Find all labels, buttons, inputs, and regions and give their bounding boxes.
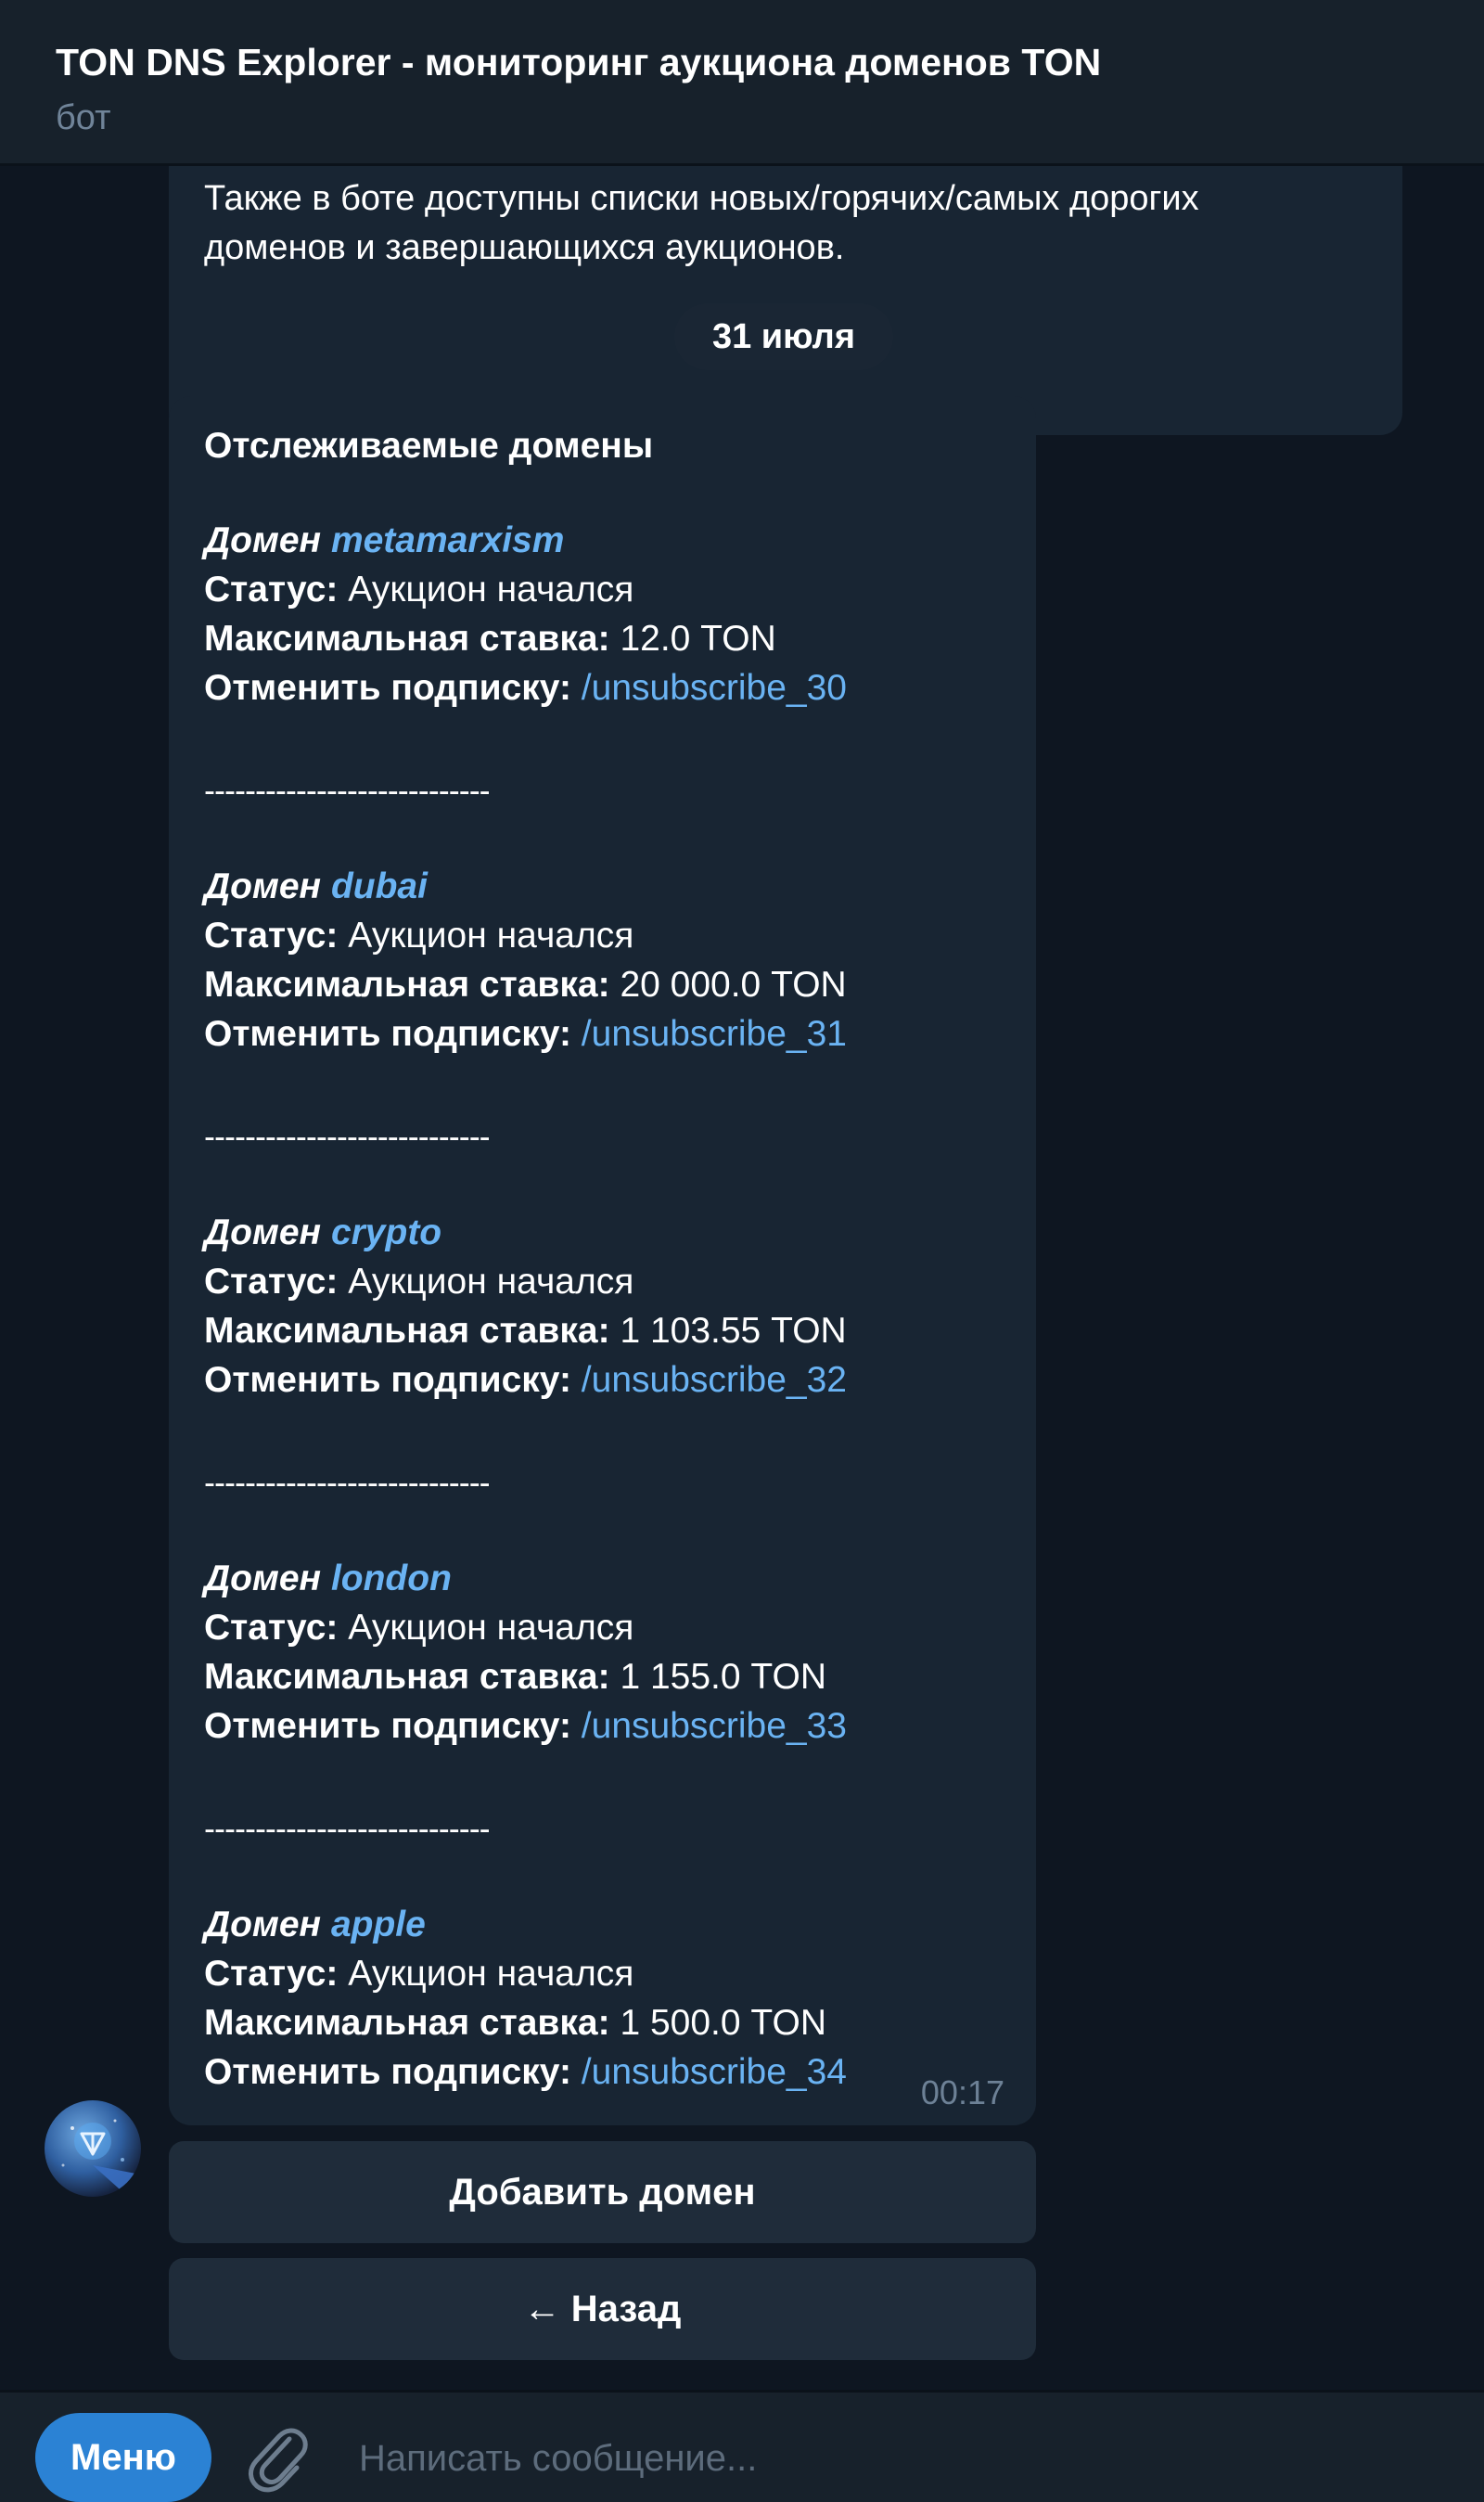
domain-label: Домен [204, 866, 322, 906]
max-bid-value: 20 000.0 TON [620, 965, 847, 1005]
unsubscribe-row: Отменить подписку: /unsubscribe_33 [204, 1706, 847, 1747]
previous-message-bubble: Также в боте доступны списки новых/горяч… [169, 166, 1402, 435]
unsubscribe-command-link[interactable]: /unsubscribe_34 [582, 2052, 847, 2092]
domain-row: Домен crypto [204, 1213, 441, 1253]
add-domain-button[interactable]: Добавить домен [169, 2141, 1036, 2243]
status-value: Аукцион начался [348, 1262, 634, 1302]
domain-label: Домен [204, 1213, 322, 1252]
domain-divider: ---------------------------- [204, 1117, 491, 1155]
unsubscribe-label: Отменить подписку: [204, 1706, 571, 1746]
status-value: Аукцион начался [348, 570, 634, 609]
tracked-domains-message: Отслеживаемые домены Домен metamarxism С… [169, 396, 1036, 2125]
menu-button[interactable]: Меню [35, 2413, 211, 2502]
bot-avatar[interactable] [45, 2100, 141, 2197]
domain-label: Домен [204, 1559, 322, 1598]
status-value: Аукцион начался [348, 1954, 634, 1994]
chat-history[interactable]: Также в боте доступны списки новых/горяч… [0, 166, 1484, 2390]
status-label: Статус: [204, 1262, 339, 1302]
status-label: Статус: [204, 570, 339, 609]
chat-subtitle: бот [56, 98, 111, 137]
max-bid-value: 1 500.0 TON [620, 2003, 827, 2043]
status-value: Аукцион начался [348, 1608, 634, 1648]
status-row: Статус: Аукцион начался [204, 916, 633, 956]
status-label: Статус: [204, 1608, 339, 1648]
status-row: Статус: Аукцион начался [204, 1608, 633, 1649]
domain-label: Домен [204, 520, 322, 560]
domain-name[interactable]: dubai [331, 866, 428, 906]
max-bid-row: Максимальная ставка: 20 000.0 TON [204, 965, 847, 1006]
max-bid-label: Максимальная ставка: [204, 965, 610, 1005]
back-button[interactable]: ← Назад [169, 2258, 1036, 2360]
domain-name[interactable]: metamarxism [331, 520, 564, 560]
domain-name[interactable]: apple [331, 1905, 426, 1944]
status-row: Статус: Аукцион начался [204, 1954, 633, 1995]
message-composer: Меню [0, 2390, 1484, 2502]
telegram-chat-window: TON DNS Explorer - мониторинг аукциона д… [0, 0, 1484, 2502]
unsubscribe-label: Отменить подписку: [204, 2052, 571, 2092]
chat-title: TON DNS Explorer - мониторинг аукциона д… [56, 41, 1102, 83]
domain-divider: ---------------------------- [204, 1463, 491, 1501]
max-bid-label: Максимальная ставка: [204, 2003, 610, 2043]
domain-divider: ---------------------------- [204, 1809, 491, 1847]
previous-message-line: доменов и завершающихся аукционов. [204, 228, 845, 267]
max-bid-row: Максимальная ставка: 1 155.0 TON [204, 1657, 826, 1698]
status-label: Статус: [204, 1954, 339, 1994]
unsubscribe-command-link[interactable]: /unsubscribe_33 [582, 1706, 847, 1746]
unsubscribe-row: Отменить подписку: /unsubscribe_31 [204, 1014, 847, 1055]
unsubscribe-label: Отменить подписку: [204, 668, 571, 708]
domain-row: Домен dubai [204, 866, 428, 907]
max-bid-value: 12.0 TON [620, 619, 776, 659]
status-row: Статус: Аукцион начался [204, 1262, 633, 1302]
date-separator: 31 июля [674, 303, 893, 370]
max-bid-row: Максимальная ставка: 12.0 TON [204, 619, 776, 660]
status-value: Аукцион начался [348, 916, 634, 956]
domain-name[interactable]: crypto [331, 1213, 441, 1252]
unsubscribe-row: Отменить подписку: /unsubscribe_30 [204, 668, 847, 709]
domain-row: Домен london [204, 1559, 452, 1599]
unsubscribe-row: Отменить подписку: /unsubscribe_32 [204, 1360, 847, 1401]
max-bid-label: Максимальная ставка: [204, 1311, 610, 1351]
status-label: Статус: [204, 916, 339, 956]
max-bid-value: 1 103.55 TON [620, 1311, 847, 1351]
paperclip-icon[interactable] [243, 2420, 310, 2493]
domain-label: Домен [204, 1905, 322, 1944]
max-bid-label: Максимальная ставка: [204, 619, 610, 659]
domain-row: Домен metamarxism [204, 520, 564, 561]
ton-logo-icon [61, 2119, 141, 2197]
unsubscribe-command-link[interactable]: /unsubscribe_31 [582, 1014, 847, 1054]
message-heading: Отслеживаемые домены [204, 426, 654, 466]
message-input[interactable] [357, 2413, 1455, 2502]
unsubscribe-label: Отменить подписку: [204, 1014, 571, 1054]
unsubscribe-row: Отменить подписку: /unsubscribe_34 [204, 2052, 847, 2093]
status-row: Статус: Аукцион начался [204, 570, 633, 610]
message-timestamp: 00:17 [920, 2073, 1004, 2111]
max-bid-row: Максимальная ставка: 1 500.0 TON [204, 2003, 826, 2044]
max-bid-label: Максимальная ставка: [204, 1657, 610, 1697]
max-bid-value: 1 155.0 TON [620, 1657, 827, 1697]
domain-divider: ---------------------------- [204, 771, 491, 809]
domain-row: Домен apple [204, 1905, 426, 1945]
chat-header[interactable]: TON DNS Explorer - мониторинг аукциона д… [0, 0, 1484, 166]
max-bid-row: Максимальная ставка: 1 103.55 TON [204, 1311, 847, 1352]
unsubscribe-command-link[interactable]: /unsubscribe_32 [582, 1360, 847, 1400]
domain-name[interactable]: london [331, 1559, 452, 1598]
unsubscribe-label: Отменить подписку: [204, 1360, 571, 1400]
previous-message-line: Также в боте доступны списки новых/горяч… [204, 179, 1199, 218]
unsubscribe-command-link[interactable]: /unsubscribe_30 [582, 668, 847, 708]
